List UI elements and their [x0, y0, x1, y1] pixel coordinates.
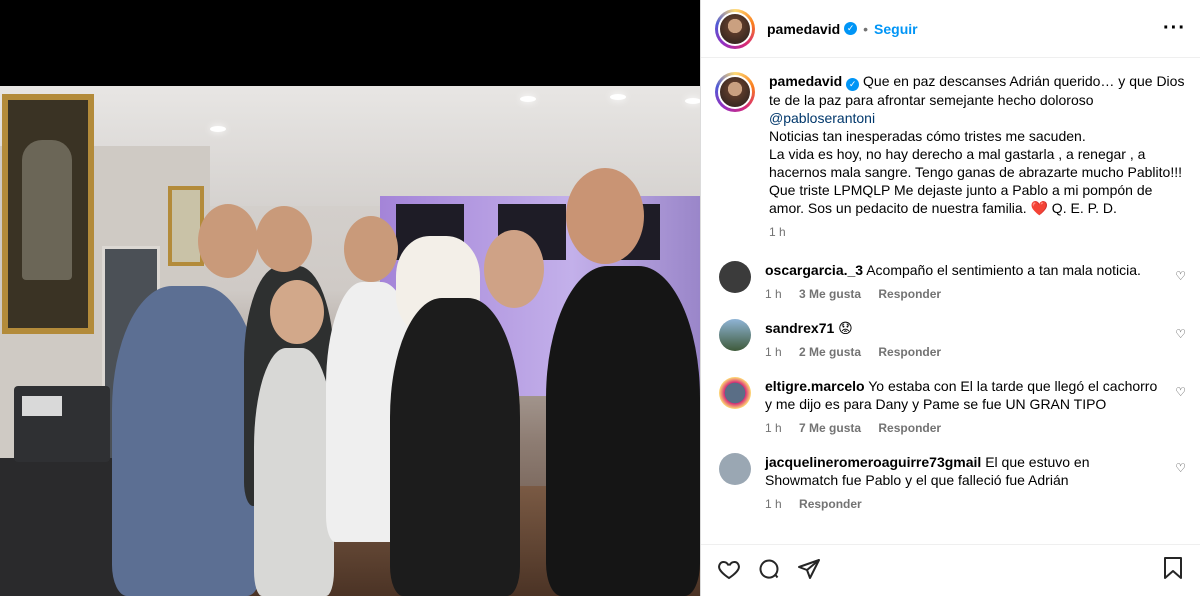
person: [390, 298, 520, 596]
comment-likes[interactable]: 3 Me gusta: [799, 287, 861, 301]
ceiling-light: [210, 126, 226, 132]
comment-like-icon[interactable]: ♡: [1175, 327, 1186, 341]
ceiling-light: [685, 98, 700, 104]
post-caption: pamedavid ✓ Que en paz descanses Adrián q…: [715, 72, 1186, 241]
person: [546, 266, 700, 596]
photo-painting: [2, 94, 94, 334]
photo-counter: [0, 458, 130, 596]
caption-avatar[interactable]: [715, 72, 755, 112]
photo-frame: [168, 186, 204, 266]
reply-button[interactable]: Responder: [878, 287, 941, 301]
comment-like-icon[interactable]: ♡: [1175, 385, 1186, 399]
verified-icon: ✓: [846, 78, 860, 91]
reply-button[interactable]: Responder: [799, 497, 862, 511]
comment-likes[interactable]: 7 Me gusta: [799, 421, 861, 435]
caption-body: pamedavid ✓ Que en paz descanses Adrián q…: [769, 72, 1186, 241]
comment-like-icon[interactable]: ♡: [1175, 461, 1186, 475]
photo-coffee-machine: [14, 386, 110, 462]
action-bar: [701, 544, 1200, 596]
comment-item: jacquelineromeroaguirre73gmail El que es…: [715, 453, 1186, 513]
comment-avatar[interactable]: [719, 453, 751, 485]
comment-item: oscargarcia._3 Acompaño el sentimiento a…: [715, 261, 1186, 303]
reply-button[interactable]: Responder: [878, 345, 941, 359]
verified-icon: ✓: [844, 22, 858, 35]
comment-meta: 1 h 3 Me gusta Responder: [765, 285, 1158, 303]
comment-body: sandrex71 😟 1 h 2 Me gusta Responder: [765, 319, 1186, 361]
caption-time[interactable]: 1 h: [769, 225, 786, 239]
person: [112, 286, 262, 596]
comment-item: sandrex71 😟 1 h 2 Me gusta Responder ♡: [715, 319, 1186, 361]
post-sidebar: pamedavid ✓ • Seguir ··· pamedavid ✓ Que …: [700, 0, 1200, 596]
comment-body: eltigre.marcelo Yo estaba con El la tard…: [765, 377, 1186, 437]
caption-text: Q. E. P. D.: [1047, 200, 1117, 216]
more-options-icon[interactable]: ···: [1163, 17, 1186, 40]
comment-meta: 1 h 7 Me gusta Responder: [765, 419, 1158, 437]
caption-meta: 1 h: [769, 223, 1186, 241]
comment-item: eltigre.marcelo Yo estaba con El la tard…: [715, 377, 1186, 437]
person-head: [344, 216, 398, 282]
post-photo[interactable]: [0, 0, 700, 596]
instagram-post: pamedavid ✓ • Seguir ··· pamedavid ✓ Que …: [0, 0, 1200, 596]
avatar[interactable]: [715, 8, 755, 49]
comment-time[interactable]: 1 h: [765, 497, 782, 511]
photo-image: [0, 86, 700, 596]
ceiling-light: [610, 94, 626, 100]
comment-meta: 1 h 2 Me gusta Responder: [765, 343, 1158, 361]
comment-username[interactable]: oscargarcia._3: [765, 262, 863, 278]
comment-avatar[interactable]: [719, 377, 751, 409]
comment-body: oscargarcia._3 Acompaño el sentimiento a…: [765, 261, 1186, 303]
person-head: [198, 204, 258, 278]
heart-icon[interactable]: [717, 557, 741, 585]
comments-list[interactable]: pamedavid ✓ Que en paz descanses Adrián q…: [701, 58, 1200, 544]
comment-username[interactable]: eltigre.marcelo: [765, 378, 865, 394]
caption-mention[interactable]: @pabloserantoni: [769, 110, 875, 126]
share-icon[interactable]: [797, 557, 821, 585]
comment-icon[interactable]: [757, 557, 781, 585]
comment-body: jacquelineromeroaguirre73gmail El que es…: [765, 453, 1186, 513]
comment-avatar[interactable]: [719, 319, 751, 351]
comment-meta: 1 h Responder: [765, 495, 1158, 513]
comment-text: Acompaño el sentimiento a tan mala notic…: [866, 262, 1141, 278]
post-header: pamedavid ✓ • Seguir ···: [701, 0, 1200, 58]
person: [254, 348, 334, 596]
comment-text: 😟: [838, 320, 853, 336]
comment-likes[interactable]: 2 Me gusta: [799, 345, 861, 359]
comment-like-icon[interactable]: ♡: [1175, 269, 1186, 283]
comment-time[interactable]: 1 h: [765, 421, 782, 435]
person-head: [566, 168, 644, 264]
caption-text: Noticias tan inesperadas cómo tristes me…: [769, 128, 1182, 216]
header-username[interactable]: pamedavid: [767, 21, 840, 37]
person-head: [484, 230, 544, 308]
ceiling-light: [520, 96, 536, 102]
separator-dot: •: [863, 20, 869, 37]
comment-username[interactable]: sandrex71: [765, 320, 834, 336]
person-head: [256, 206, 312, 272]
comment-avatar[interactable]: [719, 261, 751, 293]
follow-button[interactable]: Seguir: [874, 21, 918, 37]
heart-emoji: ❤️: [1030, 200, 1048, 216]
caption-username[interactable]: pamedavid: [769, 73, 842, 89]
comment-time[interactable]: 1 h: [765, 287, 782, 301]
reply-button[interactable]: Responder: [878, 421, 941, 435]
bookmark-icon[interactable]: [1162, 556, 1184, 586]
person-head: [270, 280, 324, 344]
comment-username[interactable]: jacquelineromeroaguirre73gmail: [765, 454, 981, 470]
comment-time[interactable]: 1 h: [765, 345, 782, 359]
